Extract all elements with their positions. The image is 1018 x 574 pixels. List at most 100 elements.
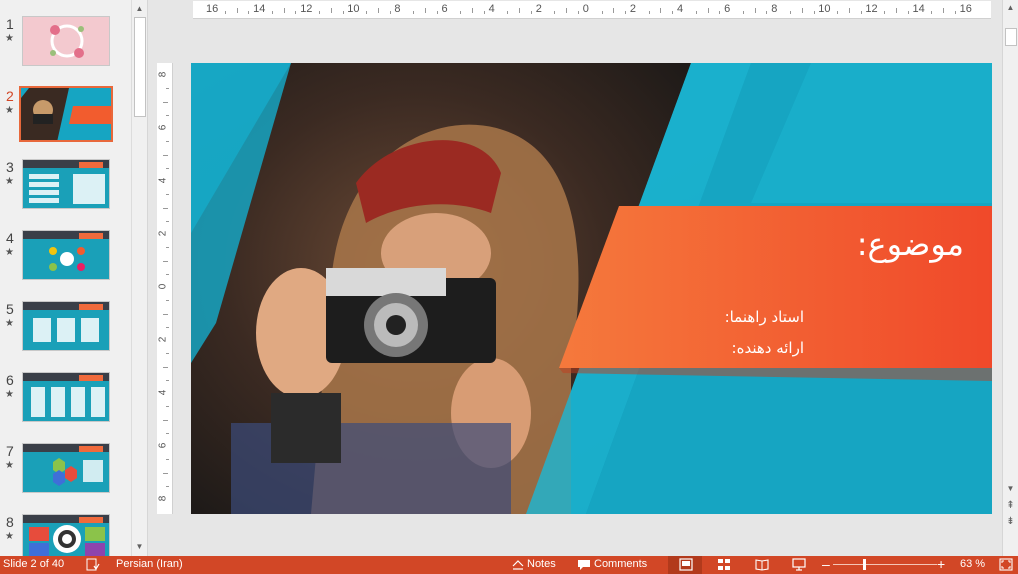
thumbnail-slide-8[interactable]: 8 ★ xyxy=(0,514,130,556)
comments-button[interactable]: Comments xyxy=(594,558,647,570)
scroll-down-arrow-icon[interactable]: ▼ xyxy=(1003,482,1018,496)
thumbnail-scrollbar[interactable]: ▲ ▼ xyxy=(131,0,147,556)
editor-scrollbar[interactable]: ▲ ▼ ⇞ ⇟ xyxy=(1002,0,1018,556)
slide-thumbnail-pane: 1 ★ 2 ★ 3 ★ 4 ★ 5 ★ 6 ★ 7 ★ 8 ★ xyxy=(0,0,148,556)
ruler-label: 16 xyxy=(959,3,972,15)
ruler-tick xyxy=(860,11,862,14)
ruler-tick xyxy=(166,194,169,196)
presenter-label[interactable]: ارائه دهنده: xyxy=(732,339,804,357)
scrollbar-thumb[interactable] xyxy=(134,17,146,117)
ruler-tick xyxy=(519,8,521,13)
ruler-tick xyxy=(236,8,238,13)
ruler-tick xyxy=(166,353,169,355)
thumbnail-slide-5[interactable]: 5 ★ xyxy=(0,301,130,361)
ruler-tick xyxy=(507,11,509,14)
advisor-label[interactable]: استاد راهنما: xyxy=(725,308,804,326)
ruler-tick xyxy=(754,8,756,13)
slide-show-icon[interactable] xyxy=(792,558,806,571)
ruler-label: 14 xyxy=(253,3,266,15)
ruler-label: 8 xyxy=(157,71,169,78)
thumbnail-slide-3[interactable]: 3 ★ xyxy=(0,159,130,219)
ruler-tick xyxy=(648,11,650,14)
language-indicator[interactable]: Persian (Iran) xyxy=(116,558,183,570)
ruler-tick xyxy=(530,11,532,14)
ruler-label: 6 xyxy=(157,442,169,449)
ruler-tick xyxy=(166,247,169,249)
ruler-tick xyxy=(695,11,697,14)
ruler-tick xyxy=(660,8,662,13)
ruler-tick xyxy=(413,11,415,14)
slide-canvas[interactable]: موضوع: استاد راهنما: ارائه دهنده: xyxy=(191,63,992,514)
reading-view-icon[interactable] xyxy=(755,558,769,571)
ruler-label: 4 xyxy=(157,389,169,396)
zoom-slider-thumb[interactable] xyxy=(863,559,866,570)
ruler-tick xyxy=(837,11,839,14)
thumbnail-image xyxy=(19,86,113,142)
ruler-tick xyxy=(554,11,556,14)
zoom-out-button[interactable]: – xyxy=(822,556,830,572)
thumbnail-slide-4[interactable]: 4 ★ xyxy=(0,230,130,290)
normal-view-icon[interactable] xyxy=(679,558,693,571)
ruler-tick xyxy=(848,8,850,13)
animation-star-icon: ★ xyxy=(5,531,14,542)
ruler-tick xyxy=(742,11,744,14)
ruler-tick xyxy=(389,11,391,14)
scroll-up-arrow-icon[interactable]: ▲ xyxy=(132,1,147,16)
ruler-tick xyxy=(166,485,169,487)
ruler-label: 14 xyxy=(912,3,925,15)
ruler-tick xyxy=(954,11,956,14)
previous-slide-icon[interactable]: ⇞ xyxy=(1003,499,1018,513)
zoom-level[interactable]: 63 % xyxy=(960,558,985,570)
ruler-tick xyxy=(578,11,580,14)
ruler-tick xyxy=(330,8,332,13)
ruler-tick xyxy=(271,11,273,14)
ruler-tick xyxy=(248,11,250,14)
thumbnail-slide-6[interactable]: 6 ★ xyxy=(0,372,130,432)
ruler-label: 10 xyxy=(347,3,360,15)
ruler-tick xyxy=(166,300,169,302)
ruler-tick xyxy=(813,11,815,14)
scroll-down-arrow-icon[interactable]: ▼ xyxy=(132,539,147,554)
thumbnail-image xyxy=(22,372,110,422)
thumbnail-slide-2[interactable]: 2 ★ xyxy=(0,86,130,148)
comments-icon[interactable] xyxy=(577,558,591,571)
ruler-tick xyxy=(719,11,721,14)
notes-icon[interactable] xyxy=(511,558,525,571)
scroll-up-arrow-icon[interactable]: ▲ xyxy=(1003,1,1018,15)
ruler-label: 6 xyxy=(157,124,169,131)
ruler-tick xyxy=(166,459,169,461)
ruler-tick xyxy=(163,366,168,368)
next-slide-icon[interactable]: ⇟ xyxy=(1003,515,1018,529)
slide-title-placeholder[interactable]: موضوع: xyxy=(857,225,964,263)
ruler-label: 6 xyxy=(441,3,448,15)
powerpoint-window: 1 ★ 2 ★ 3 ★ 4 ★ 5 ★ 6 ★ 7 ★ 8 ★ ▲ ▼ 16 1… xyxy=(0,0,1018,574)
ruler-tick xyxy=(672,11,674,14)
ruler-label: 8 xyxy=(771,3,778,15)
ruler-tick xyxy=(166,88,169,90)
thumbnail-slide-7[interactable]: 7 ★ xyxy=(0,443,130,503)
vertical-ruler: 8 6 4 2 0 2 4 6 8 xyxy=(157,63,173,514)
ruler-tick xyxy=(166,406,169,408)
ruler-label: 2 xyxy=(629,3,637,15)
ruler-label: 0 xyxy=(157,283,169,290)
zoom-in-button[interactable]: + xyxy=(937,556,945,572)
thumbnail-slide-1[interactable]: 1 ★ xyxy=(0,16,130,76)
thumbnail-image xyxy=(22,16,110,66)
ruler-label: 4 xyxy=(488,3,495,15)
zoom-slider-track[interactable] xyxy=(833,564,937,565)
thumbnail-number: 1 xyxy=(6,16,14,32)
hexagon-diagram-preview xyxy=(53,458,103,486)
animation-star-icon: ★ xyxy=(5,318,14,329)
ruler-tick xyxy=(377,8,379,13)
ruler-tick xyxy=(163,207,168,209)
scrollbar-thumb[interactable] xyxy=(1005,28,1017,46)
ruler-tick xyxy=(436,11,438,14)
slide-sorter-icon[interactable] xyxy=(717,558,731,571)
thumbnail-image xyxy=(22,301,110,351)
ruler-tick xyxy=(166,326,169,328)
target-diagram-preview xyxy=(29,525,105,556)
fit-to-window-icon[interactable] xyxy=(999,558,1013,571)
notes-button[interactable]: Notes xyxy=(527,558,556,570)
spell-check-icon[interactable] xyxy=(86,558,100,571)
horizontal-ruler: 16 14 12 10 8 6 4 2 0 2 4 6 8 10 12 14 16 xyxy=(193,1,991,19)
